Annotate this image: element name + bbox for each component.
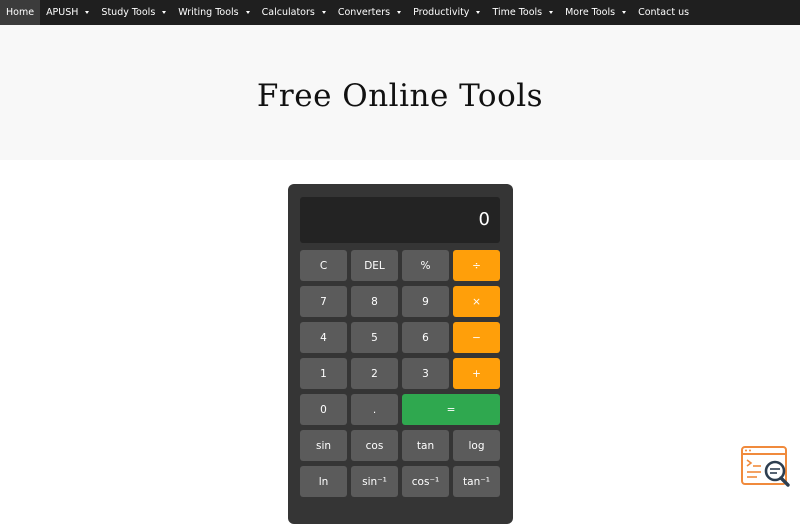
nav-item-study-tools[interactable]: Study Tools xyxy=(95,0,172,25)
nav-item-label: Home xyxy=(6,7,35,18)
log-button[interactable]: log xyxy=(453,430,500,461)
nav-item-writing-tools[interactable]: Writing Tools xyxy=(172,0,255,25)
digit-0-button[interactable]: 0 xyxy=(300,394,347,425)
nav-item-time-tools[interactable]: Time Tools xyxy=(486,0,559,25)
caret-down-icon xyxy=(397,11,402,14)
caret-down-icon xyxy=(549,11,554,14)
nav-item-apush[interactable]: APUSH xyxy=(40,0,95,25)
cos-button[interactable]: cos xyxy=(351,430,398,461)
nav-item-label: Productivity xyxy=(413,7,470,18)
digit-9-button[interactable]: 9 xyxy=(402,286,449,317)
divide-button[interactable]: ÷ xyxy=(453,250,500,281)
nav-item-label: More Tools xyxy=(565,7,616,18)
delete-button[interactable]: DEL xyxy=(351,250,398,281)
nav-item-contact-us[interactable]: Contact us xyxy=(632,0,695,25)
digit-1-button[interactable]: 1 xyxy=(300,358,347,389)
digit-8-button[interactable]: 8 xyxy=(351,286,398,317)
nav-item-label: Calculators xyxy=(261,7,315,18)
digit-5-button[interactable]: 5 xyxy=(351,322,398,353)
arctan-button[interactable]: tan⁻¹ xyxy=(453,466,500,497)
percent-button[interactable]: % xyxy=(402,250,449,281)
subtract-button[interactable]: − xyxy=(453,322,500,353)
nav-item-label: APUSH xyxy=(46,7,79,18)
clear-button[interactable]: C xyxy=(300,250,347,281)
nav-item-label: Time Tools xyxy=(492,7,543,18)
calculator-display: 0 xyxy=(300,197,500,243)
digit-6-button[interactable]: 6 xyxy=(402,322,449,353)
equals-button[interactable]: = xyxy=(402,394,500,425)
caret-down-icon xyxy=(85,11,90,14)
nav-item-label: Study Tools xyxy=(101,7,156,18)
caret-down-icon xyxy=(162,11,167,14)
caret-down-icon xyxy=(245,11,250,14)
digit-7-button[interactable]: 7 xyxy=(300,286,347,317)
nav-item-converters[interactable]: Converters xyxy=(332,0,407,25)
hero-banner: Free Online Tools xyxy=(0,25,800,160)
decimal-button[interactable]: . xyxy=(351,394,398,425)
add-button[interactable]: + xyxy=(453,358,500,389)
nav-item-productivity[interactable]: Productivity xyxy=(407,0,486,25)
top-navigation-bar: Home APUSH Study Tools Writing Tools Cal… xyxy=(0,0,800,25)
nav-item-label: Converters xyxy=(337,7,391,18)
tan-button[interactable]: tan xyxy=(402,430,449,461)
caret-down-icon xyxy=(476,11,481,14)
caret-down-icon xyxy=(321,11,326,14)
digit-4-button[interactable]: 4 xyxy=(300,322,347,353)
nav-item-label: Writing Tools xyxy=(178,7,239,18)
digit-2-button[interactable]: 2 xyxy=(351,358,398,389)
arccos-button[interactable]: cos⁻¹ xyxy=(402,466,449,497)
nav-item-home[interactable]: Home xyxy=(0,0,41,25)
nav-item-label: Contact us xyxy=(638,7,690,18)
sin-button[interactable]: sin xyxy=(300,430,347,461)
caret-down-icon xyxy=(622,11,627,14)
arcsin-button[interactable]: sin⁻¹ xyxy=(351,466,398,497)
digit-3-button[interactable]: 3 xyxy=(402,358,449,389)
nav-item-more-tools[interactable]: More Tools xyxy=(559,0,632,25)
calculator: 0 C DEL % ÷ 7 8 9 × 4 5 6 − 1 2 3 + 0 . … xyxy=(288,184,513,524)
ln-button[interactable]: ln xyxy=(300,466,347,497)
nav-item-calculators[interactable]: Calculators xyxy=(256,0,332,25)
page-title: Free Online Tools xyxy=(256,78,544,114)
code-search-logo-icon[interactable] xyxy=(741,446,791,488)
multiply-button[interactable]: × xyxy=(453,286,500,317)
